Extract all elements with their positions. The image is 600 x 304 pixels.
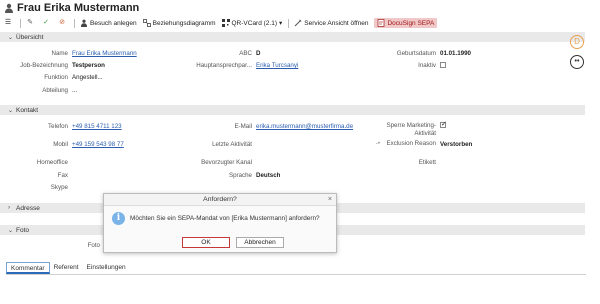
close-icon[interactable]: × [328,194,332,206]
dialog-title-bar: Anfordern? × [104,194,336,206]
abbrechen-button[interactable]: Abbrechen [236,237,284,248]
dialog-message: Möchten Sie ein SEPA-Mandat von [Erika M… [130,214,320,222]
dialog-body: i Möchten Sie ein SEPA-Mandat von [Erika… [112,211,332,225]
info-icon: i [112,211,125,225]
anfordern-dialog: Anfordern? × i Möchten Sie ein SEPA-Mand… [103,193,337,253]
ok-button[interactable]: OK [182,237,230,248]
modal-overlay [0,0,600,304]
dialog-title: Anfordern? [203,196,237,203]
